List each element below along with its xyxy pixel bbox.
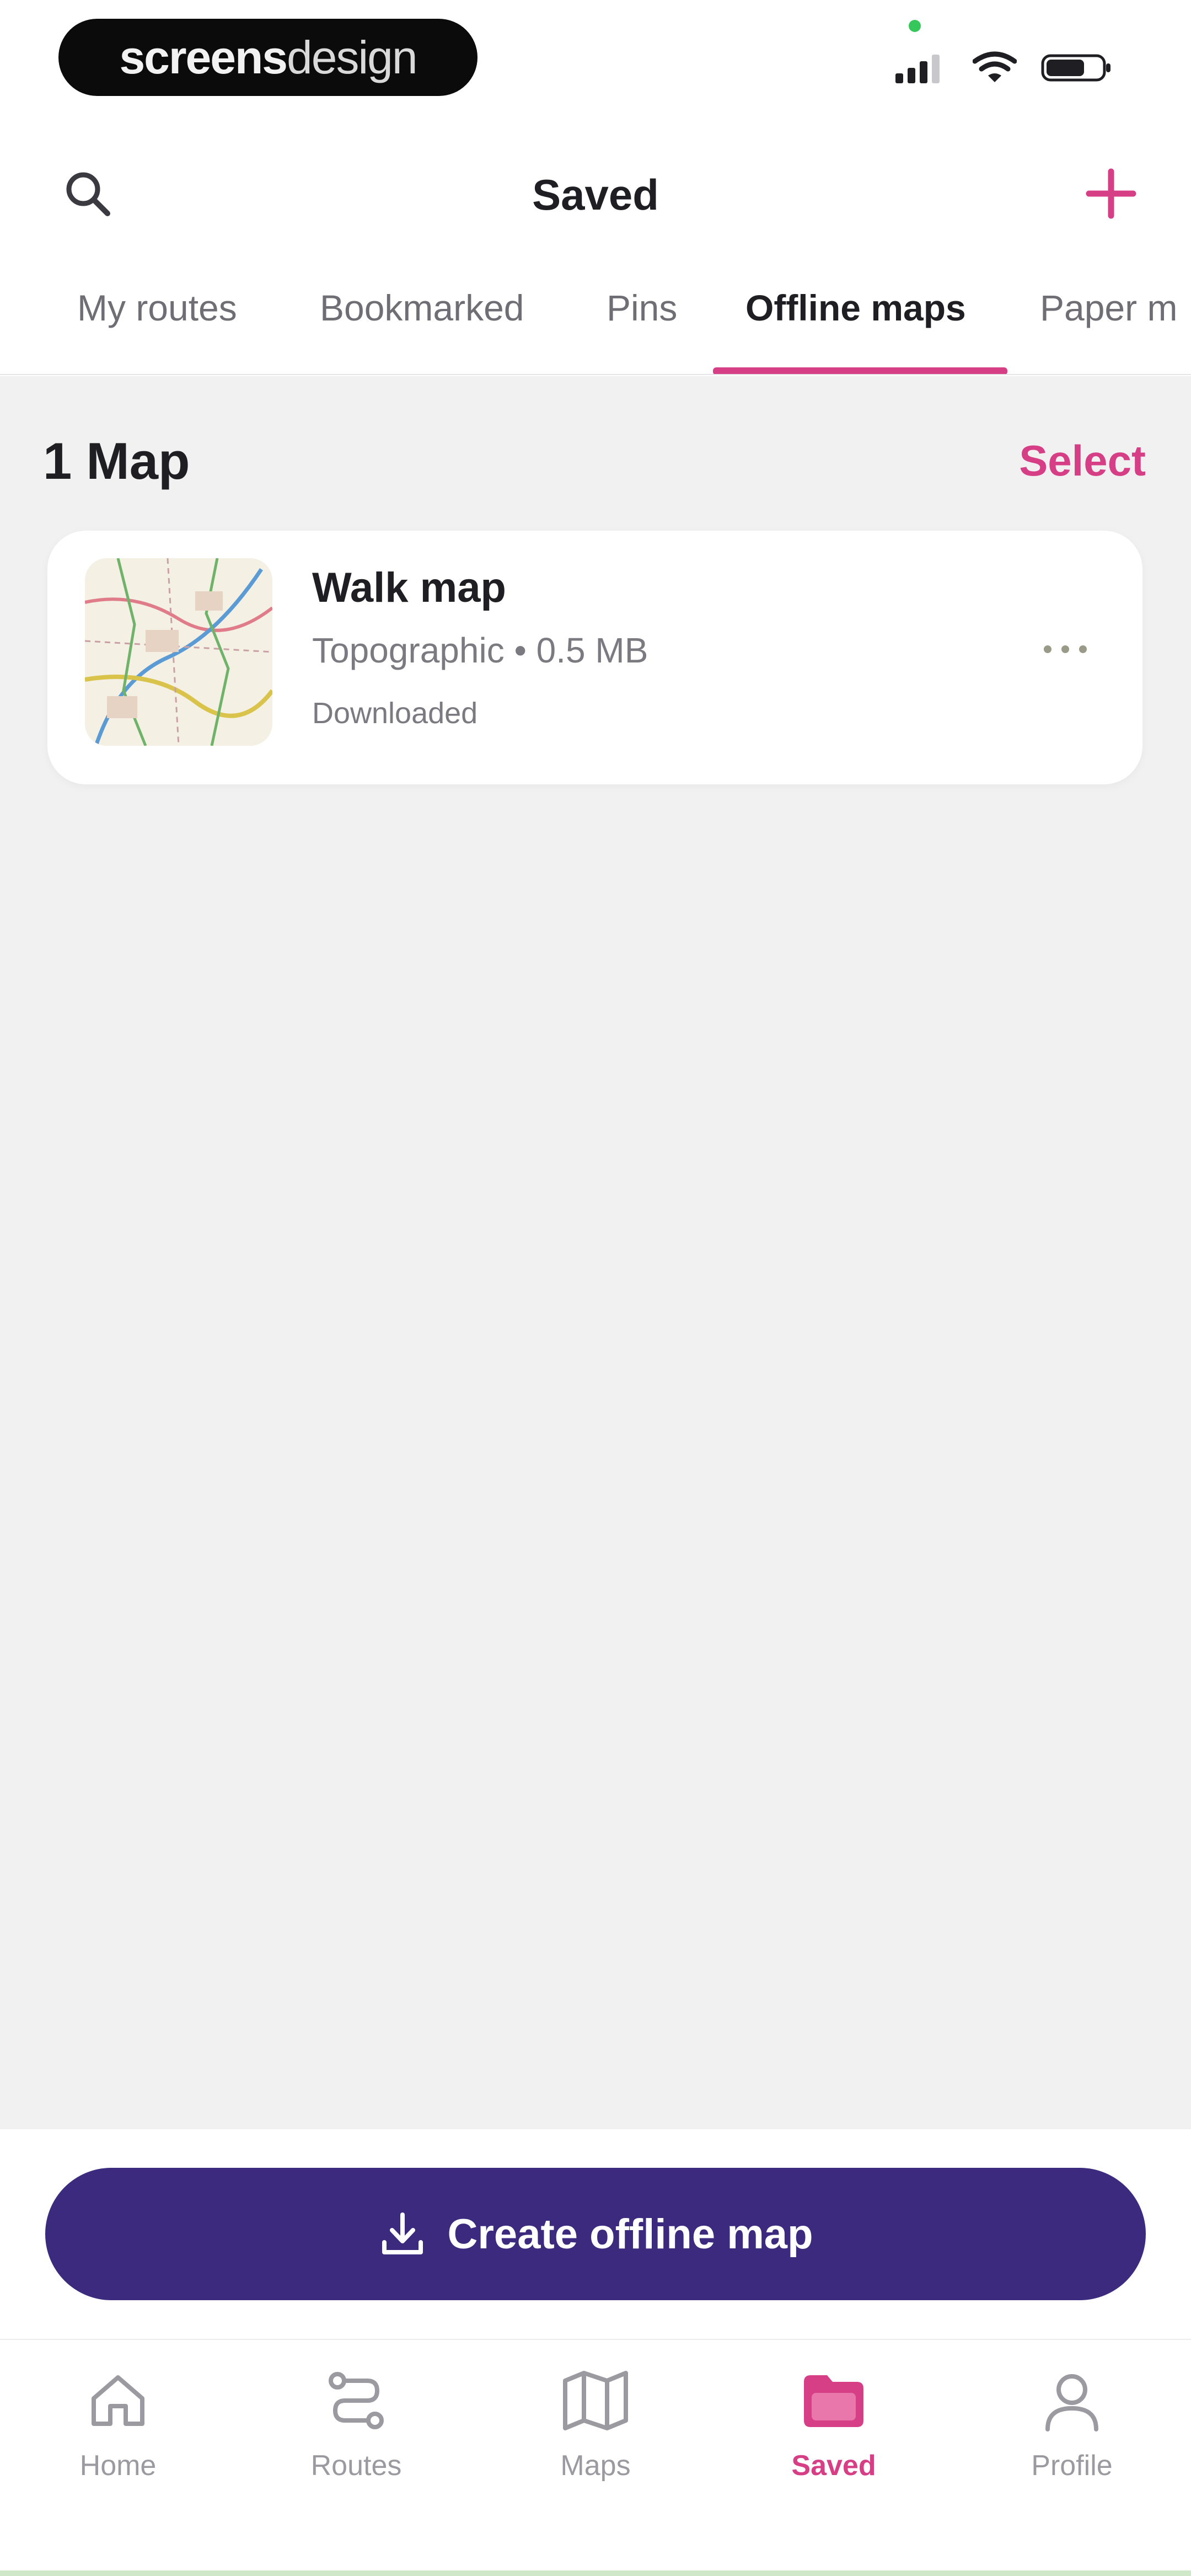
page-title: Saved (532, 170, 659, 219)
saved-tabs: My routes Bookmarked Pins Offline maps P… (0, 265, 1191, 375)
camera-indicator-dot (909, 20, 921, 32)
nav-profile-label: Profile (1031, 2450, 1113, 2482)
tab-pins[interactable]: Pins (607, 287, 677, 329)
create-offline-map-label: Create offline map (447, 2210, 813, 2258)
home-indicator (0, 2570, 1191, 2576)
plus-icon (1086, 168, 1136, 219)
tab-bookmarked[interactable]: Bookmarked (320, 287, 524, 329)
nav-routes-label: Routes (310, 2450, 402, 2482)
select-button[interactable]: Select (1019, 436, 1146, 486)
status-bar: screens design (0, 0, 1191, 116)
map-thumbnail-image (85, 558, 272, 746)
nav-saved[interactable]: Saved (751, 2362, 916, 2505)
offline-map-card[interactable]: Walk map Topographic • 0.5 MB Downloaded (47, 531, 1142, 784)
brand-logo-bold: screens (119, 31, 288, 83)
brand-logo-light: design (287, 31, 418, 83)
routes-icon (329, 2372, 384, 2429)
brand-logo: screens design (58, 19, 478, 96)
nav-routes[interactable]: Routes (273, 2362, 439, 2505)
add-button[interactable] (1081, 163, 1141, 224)
cellular-signal-icon (895, 55, 940, 83)
tab-offline-maps[interactable]: Offline maps (745, 287, 966, 329)
map-count-heading: 1 Map (43, 432, 190, 490)
tab-my-routes[interactable]: My routes (77, 287, 237, 329)
create-offline-map-button[interactable]: Create offline map (45, 2168, 1146, 2300)
more-horizontal-icon (1044, 645, 1087, 653)
download-icon (382, 2212, 423, 2254)
map-status: Downloaded (312, 697, 478, 730)
saved-screen: screens design Saved My routes Bookmarke… (0, 0, 1191, 2576)
folder-icon (804, 2375, 863, 2427)
bottom-navigation: Home Routes Maps Saved Profile (0, 2339, 1191, 2576)
active-tab-indicator (713, 367, 1007, 374)
battery-icon (1041, 54, 1110, 82)
wifi-icon (973, 51, 1017, 82)
map-thumbnail (85, 558, 272, 746)
status-icons (893, 49, 1113, 87)
nav-maps-label: Maps (560, 2450, 631, 2482)
nav-home[interactable]: Home (35, 2362, 201, 2505)
nav-saved-label: Saved (791, 2450, 876, 2482)
map-title: Walk map (312, 564, 506, 611)
map-meta: Topographic • 0.5 MB (312, 630, 648, 670)
nav-profile[interactable]: Profile (989, 2362, 1155, 2505)
cta-container: Create offline map (0, 2129, 1191, 2339)
offline-maps-list: 1 Map Select Walk map Topographic • 0.5 … (0, 376, 1191, 2130)
map-icon (563, 2371, 628, 2430)
tab-paper-maps[interactable]: Paper m (1040, 287, 1177, 329)
top-header: Saved (0, 143, 1191, 243)
home-icon (92, 2375, 144, 2426)
profile-icon (1045, 2374, 1098, 2431)
more-options-button[interactable] (1032, 619, 1098, 680)
nav-maps[interactable]: Maps (513, 2362, 678, 2505)
nav-home-label: Home (79, 2450, 157, 2482)
